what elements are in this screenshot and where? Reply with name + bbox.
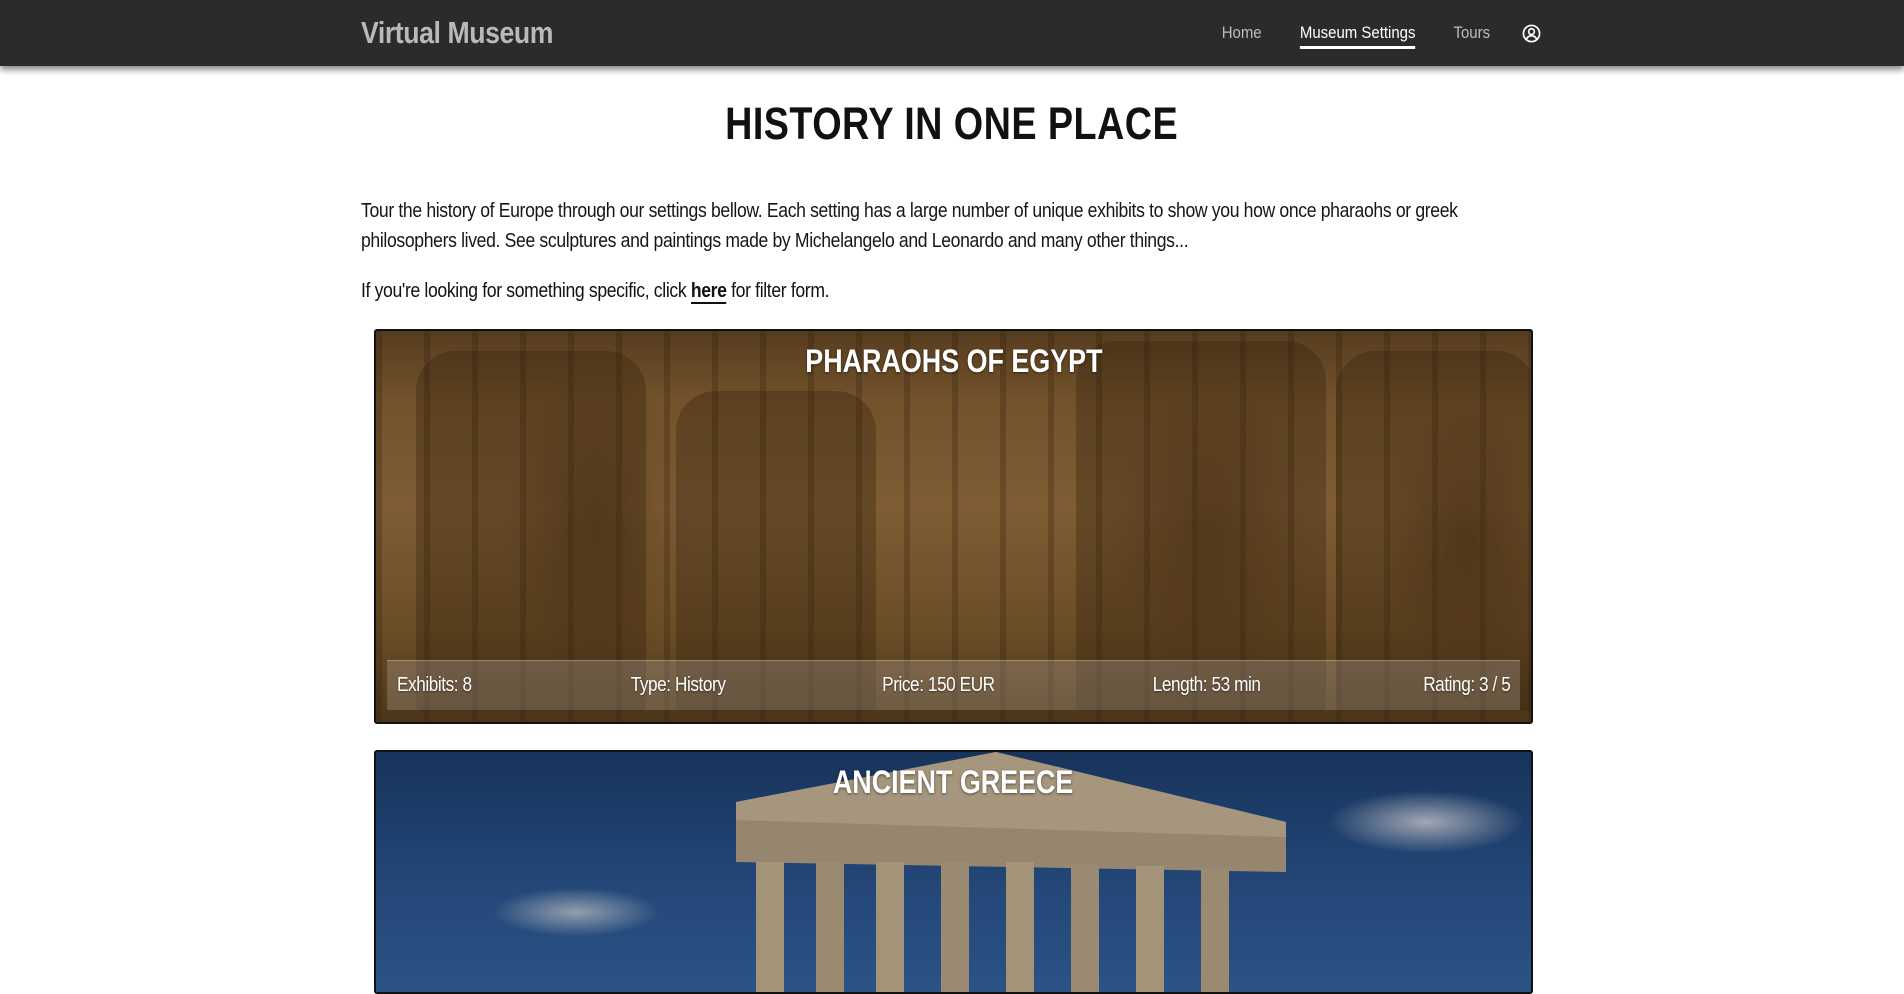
intro-text: Tour the history of Europe through our s… (361, 200, 1458, 252)
card-title: ANCIENT GREECE (376, 764, 1531, 801)
stat-rating: Rating: 3 / 5 (1422, 674, 1511, 696)
stat-price: Price: 150 EUR (882, 674, 995, 696)
page-title: HISTORY IN ONE PLACE (0, 98, 1904, 150)
setting-card-egypt[interactable]: PHARAOHS OF EGYPT Exhibits: 8 Type: Hist… (374, 329, 1533, 724)
intro-paragraph: Tour the history of Europe through our s… (361, 196, 1541, 256)
stat-exhibits: Exhibits: 8 (397, 674, 472, 696)
card-title-text: ANCIENT GREECE (833, 764, 1074, 800)
card-title-text: PHARAOHS OF EGYPT (804, 343, 1103, 379)
filter-form-link[interactable]: here (690, 280, 727, 304)
page-title-text: HISTORY IN ONE PLACE (725, 98, 1179, 149)
navbar-inner: Virtual Museum Home Museum Settings Tour… (361, 0, 1541, 66)
setting-card-greece[interactable]: ANCIENT GREECE (374, 750, 1533, 994)
nav-link-museum-settings[interactable]: Museum Settings (1299, 17, 1416, 49)
brand-logo[interactable]: Virtual Museum (361, 15, 553, 51)
card-title: PHARAOHS OF EGYPT (376, 343, 1531, 380)
stat-length: Length: 53 min (1152, 674, 1261, 696)
card-stats-bar: Exhibits: 8 Type: History Price: 150 EUR… (387, 660, 1520, 710)
stat-type: Type: History (631, 674, 726, 696)
filter-prefix: If you're looking for something specific… (361, 280, 691, 302)
nav-link-tours[interactable]: Tours (1454, 17, 1491, 49)
nav-link-home[interactable]: Home (1221, 17, 1261, 49)
filter-suffix: for filter form. (726, 280, 830, 302)
navbar: Virtual Museum Home Museum Settings Tour… (0, 0, 1904, 66)
nav-links: Home Museum Settings Tours (1219, 17, 1541, 49)
user-circle-icon[interactable] (1521, 23, 1541, 43)
filter-line: If you're looking for something specific… (361, 276, 830, 306)
